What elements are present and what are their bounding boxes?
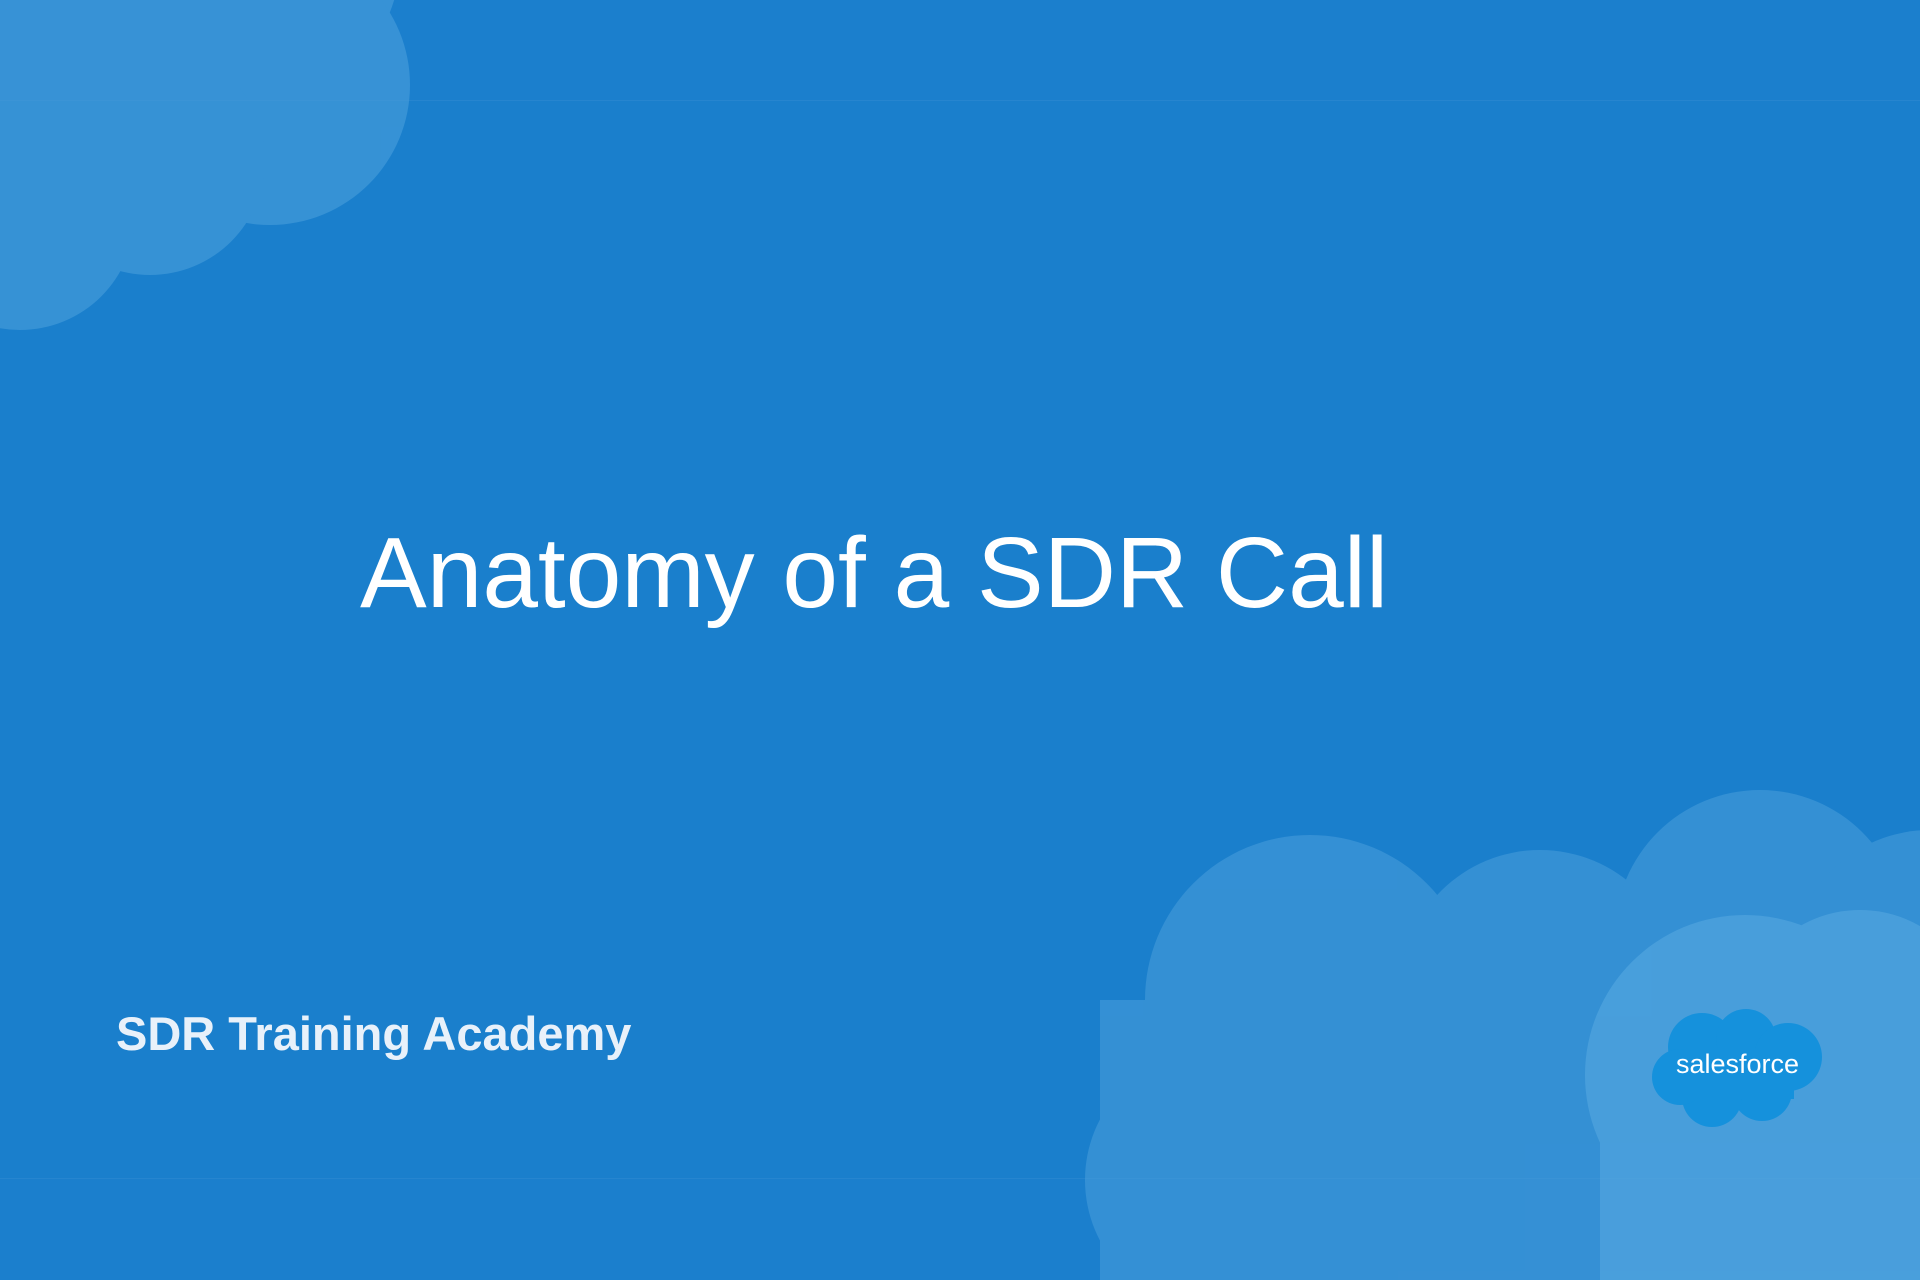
top-left-cloud-icon	[0, 0, 410, 330]
slide-subtitle: SDR Training Academy	[116, 1007, 632, 1060]
salesforce-logo-text: salesforce	[1675, 1049, 1800, 1079]
slide-canvas: Anatomy of a SDR Call SDR Training Acade…	[0, 0, 1920, 1280]
salesforce-logo: salesforce	[1650, 1005, 1825, 1130]
slide-title: Anatomy of a SDR Call	[360, 517, 1389, 629]
decorative-clouds	[0, 0, 1920, 1280]
